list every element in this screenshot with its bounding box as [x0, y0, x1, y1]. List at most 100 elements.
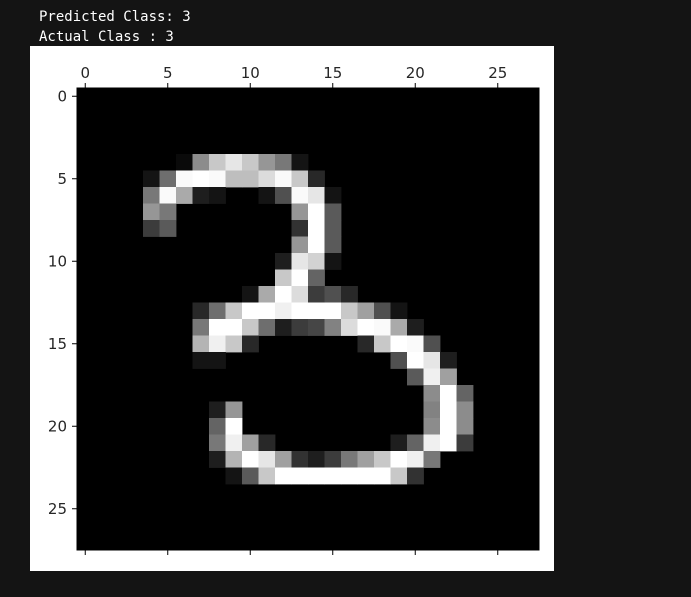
- pixel-cell: [143, 187, 160, 204]
- pixel-cell: [407, 434, 424, 452]
- pixel-cell: [291, 236, 309, 254]
- pixel-cell: [423, 385, 441, 402]
- pixel-cell: [456, 418, 474, 435]
- pixel-cell: [225, 170, 243, 188]
- pixel-cell: [143, 203, 160, 221]
- pixel-cell: [357, 451, 375, 468]
- pixel-cell: [291, 154, 309, 171]
- pixel-cell: [308, 187, 325, 204]
- predicted-class-line: Predicted Class: 3: [39, 9, 191, 25]
- pixel-cell: [192, 302, 210, 320]
- pixel-cell: [291, 319, 309, 336]
- pixel-cell: [159, 187, 177, 204]
- x-tick-label: 25: [488, 64, 507, 82]
- pixel-cell: [258, 451, 276, 468]
- pixel-cell: [308, 319, 325, 336]
- pixel-cell: [275, 187, 292, 204]
- pixel-cell: [258, 154, 276, 171]
- pixel-cell: [192, 154, 210, 171]
- x-tick-label: 15: [323, 64, 342, 82]
- pixel-cell: [225, 401, 243, 419]
- pixel-cell: [308, 451, 325, 468]
- pixel-cell: [324, 451, 342, 468]
- pixel-cell: [209, 187, 226, 204]
- pixel-cell: [225, 418, 243, 435]
- pixel-cell: [374, 319, 391, 336]
- pixel-cell: [242, 434, 259, 452]
- pixel-cell: [308, 302, 325, 320]
- pixel-cell: [456, 401, 474, 419]
- pixel-cell: [374, 451, 391, 468]
- pixel-cell: [374, 335, 391, 353]
- pixel-cell: [275, 302, 292, 320]
- pixel-cell: [407, 319, 424, 336]
- pixel-cell: [407, 352, 424, 369]
- pixel-cell: [225, 451, 243, 468]
- pixel-cell: [209, 451, 226, 468]
- pixel-cell: [291, 269, 309, 287]
- pixel-cell: [209, 319, 226, 336]
- pixel-cell: [341, 302, 358, 320]
- pixel-cell: [291, 467, 309, 485]
- pixel-cell: [242, 451, 259, 468]
- x-tick-label: 0: [80, 64, 90, 82]
- pixel-cell: [143, 170, 160, 188]
- pixel-cell: [258, 319, 276, 336]
- pixel-cell: [225, 467, 243, 485]
- pixel-cell: [159, 170, 177, 188]
- pixel-cell: [291, 286, 309, 303]
- pixel-cell: [291, 302, 309, 320]
- pixel-cell: [324, 302, 342, 320]
- pixel-cell: [308, 286, 325, 303]
- x-tick-label: 10: [241, 64, 260, 82]
- pixel-cell: [242, 467, 259, 485]
- pixel-cell: [390, 451, 408, 468]
- pixel-cell: [357, 302, 375, 320]
- pixel-cell: [242, 335, 259, 353]
- pixel-cell: [209, 401, 226, 419]
- pixel-cell: [176, 170, 193, 188]
- pixel-cell: [258, 434, 276, 452]
- pixel-cell: [209, 154, 226, 171]
- x-tick-label: 20: [406, 64, 425, 82]
- pixel-cell: [176, 154, 193, 171]
- y-tick-label: 5: [57, 170, 67, 188]
- pixel-cell: [291, 170, 309, 188]
- pixel-cell: [407, 335, 424, 353]
- image-figure: 0 5 10 15 20 25 0 5 10 15 20 25: [30, 46, 554, 571]
- pixel-cell: [440, 368, 457, 386]
- pixel-cell: [192, 187, 210, 204]
- pixel-cell: [291, 187, 309, 204]
- y-tick-label: 0: [57, 87, 67, 105]
- pixel-cell: [209, 335, 226, 353]
- pixel-cell: [258, 302, 276, 320]
- pixel-cell: [324, 286, 342, 303]
- pixel-cell: [390, 319, 408, 336]
- pixel-cell: [423, 451, 441, 468]
- pixel-cell: [291, 451, 309, 468]
- pixel-cell: [324, 187, 342, 204]
- pixel-cell: [440, 401, 457, 419]
- pixel-cell: [341, 467, 358, 485]
- pixel-cell: [176, 187, 193, 204]
- pixel-cell: [143, 220, 160, 237]
- pixel-cell: [275, 319, 292, 336]
- pixel-cell: [440, 434, 457, 452]
- pixel-cell: [423, 434, 441, 452]
- y-axis-ticks: 0 5 10 15 20 25: [48, 87, 77, 518]
- pixel-cell: [341, 451, 358, 468]
- pixel-cell: [225, 434, 243, 452]
- pixel-cell: [308, 236, 325, 254]
- cell-output-text: Predicted Class: 3 Actual Class : 3: [39, 7, 191, 47]
- pixel-cell: [291, 203, 309, 221]
- pixel-cell: [242, 154, 259, 171]
- pixel-cell: [225, 335, 243, 353]
- pixel-cell: [258, 467, 276, 485]
- pixel-cell: [258, 187, 276, 204]
- pixel-cell: [407, 368, 424, 386]
- pixel-cell: [390, 434, 408, 452]
- pixel-cell: [209, 170, 226, 188]
- pixel-cell: [258, 286, 276, 303]
- pixel-cell: [374, 302, 391, 320]
- actual-class-line: Actual Class : 3: [39, 29, 174, 45]
